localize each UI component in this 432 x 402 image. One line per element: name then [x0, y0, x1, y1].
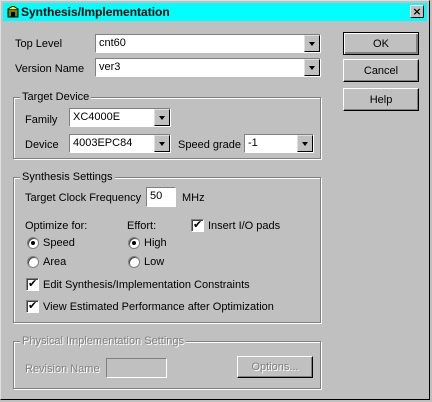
chevron-down-icon[interactable] — [297, 135, 313, 152]
target-device-title: Target Device — [20, 91, 92, 103]
window-title: Synthesis/Implementation — [21, 5, 170, 19]
chevron-down-icon[interactable] — [154, 109, 170, 126]
view-performance-label: View Estimated Performance after Optimiz… — [43, 301, 274, 313]
insert-io-pads-label: Insert I/O pads — [208, 220, 281, 232]
device-value: 4003EPC84 — [73, 137, 133, 149]
options-button[interactable]: Options... — [237, 356, 313, 378]
effort-high-label: High — [144, 237, 167, 249]
optimize-area-label: Area — [43, 256, 67, 268]
version-name-value: ver3 — [99, 61, 121, 73]
device-select[interactable]: 4003EPC84 — [69, 134, 171, 153]
effort-low-radio[interactable] — [128, 256, 140, 268]
revision-name-input[interactable] — [106, 358, 167, 378]
device-label: Device — [25, 139, 59, 151]
chevron-down-icon[interactable] — [304, 59, 320, 76]
optimize-speed-radio[interactable] — [27, 237, 39, 249]
close-button[interactable]: × — [410, 5, 424, 18]
family-label: Family — [25, 114, 58, 126]
insert-io-pads-checkbox[interactable] — [191, 218, 204, 232]
chevron-down-icon[interactable] — [304, 35, 320, 52]
edit-constraints-label: Edit Synthesis/Implementation Constraint… — [43, 279, 250, 291]
options-button-label: Options... — [251, 361, 299, 373]
cancel-button[interactable]: Cancel — [343, 59, 419, 82]
ok-button-label: OK — [373, 37, 389, 50]
family-value: XC4000E — [73, 111, 121, 123]
app-icon — [7, 6, 19, 18]
effort-label: Effort: — [127, 220, 157, 232]
physical-implementation-title: Physical Implementation Settings — [20, 335, 187, 347]
target-clock-value: 50 — [150, 190, 163, 202]
speed-grade-value: -1 — [248, 137, 258, 149]
cancel-button-label: Cancel — [363, 64, 399, 77]
title-bar[interactable]: Synthesis/Implementation × — [3, 3, 427, 21]
ok-button[interactable]: OK — [343, 32, 419, 55]
top-level-value: cnt60 — [99, 37, 126, 49]
clock-unit-label: MHz — [182, 192, 205, 204]
help-button[interactable]: Help — [343, 88, 419, 111]
speed-grade-label: Speed grade — [178, 139, 241, 151]
effort-high-radio[interactable] — [128, 237, 140, 249]
edit-constraints-checkbox[interactable] — [26, 277, 39, 291]
view-performance-checkbox[interactable] — [26, 299, 39, 313]
effort-low-label: Low — [144, 256, 165, 268]
speed-grade-select[interactable]: -1 — [244, 134, 314, 153]
top-level-select[interactable]: cnt60 — [95, 34, 321, 53]
target-clock-label: Target Clock Frequency — [25, 192, 142, 204]
chevron-down-icon[interactable] — [154, 135, 170, 152]
synthesis-settings-title: Synthesis Settings — [20, 171, 115, 183]
version-name-select[interactable]: ver3 — [95, 58, 321, 77]
optimize-area-radio[interactable] — [27, 256, 39, 268]
revision-name-label: Revision Name — [25, 363, 100, 375]
version-name-label: Version Name — [15, 63, 85, 75]
optimize-speed-label: Speed — [43, 237, 75, 249]
help-button-label: Help — [369, 93, 393, 106]
optimize-for-label: Optimize for: — [25, 220, 88, 232]
target-clock-input[interactable]: 50 — [146, 187, 176, 207]
top-level-label: Top Level — [15, 38, 63, 50]
family-select[interactable]: XC4000E — [69, 108, 171, 127]
dialog-window: Synthesis/Implementation × Top Level cnt… — [0, 0, 430, 400]
